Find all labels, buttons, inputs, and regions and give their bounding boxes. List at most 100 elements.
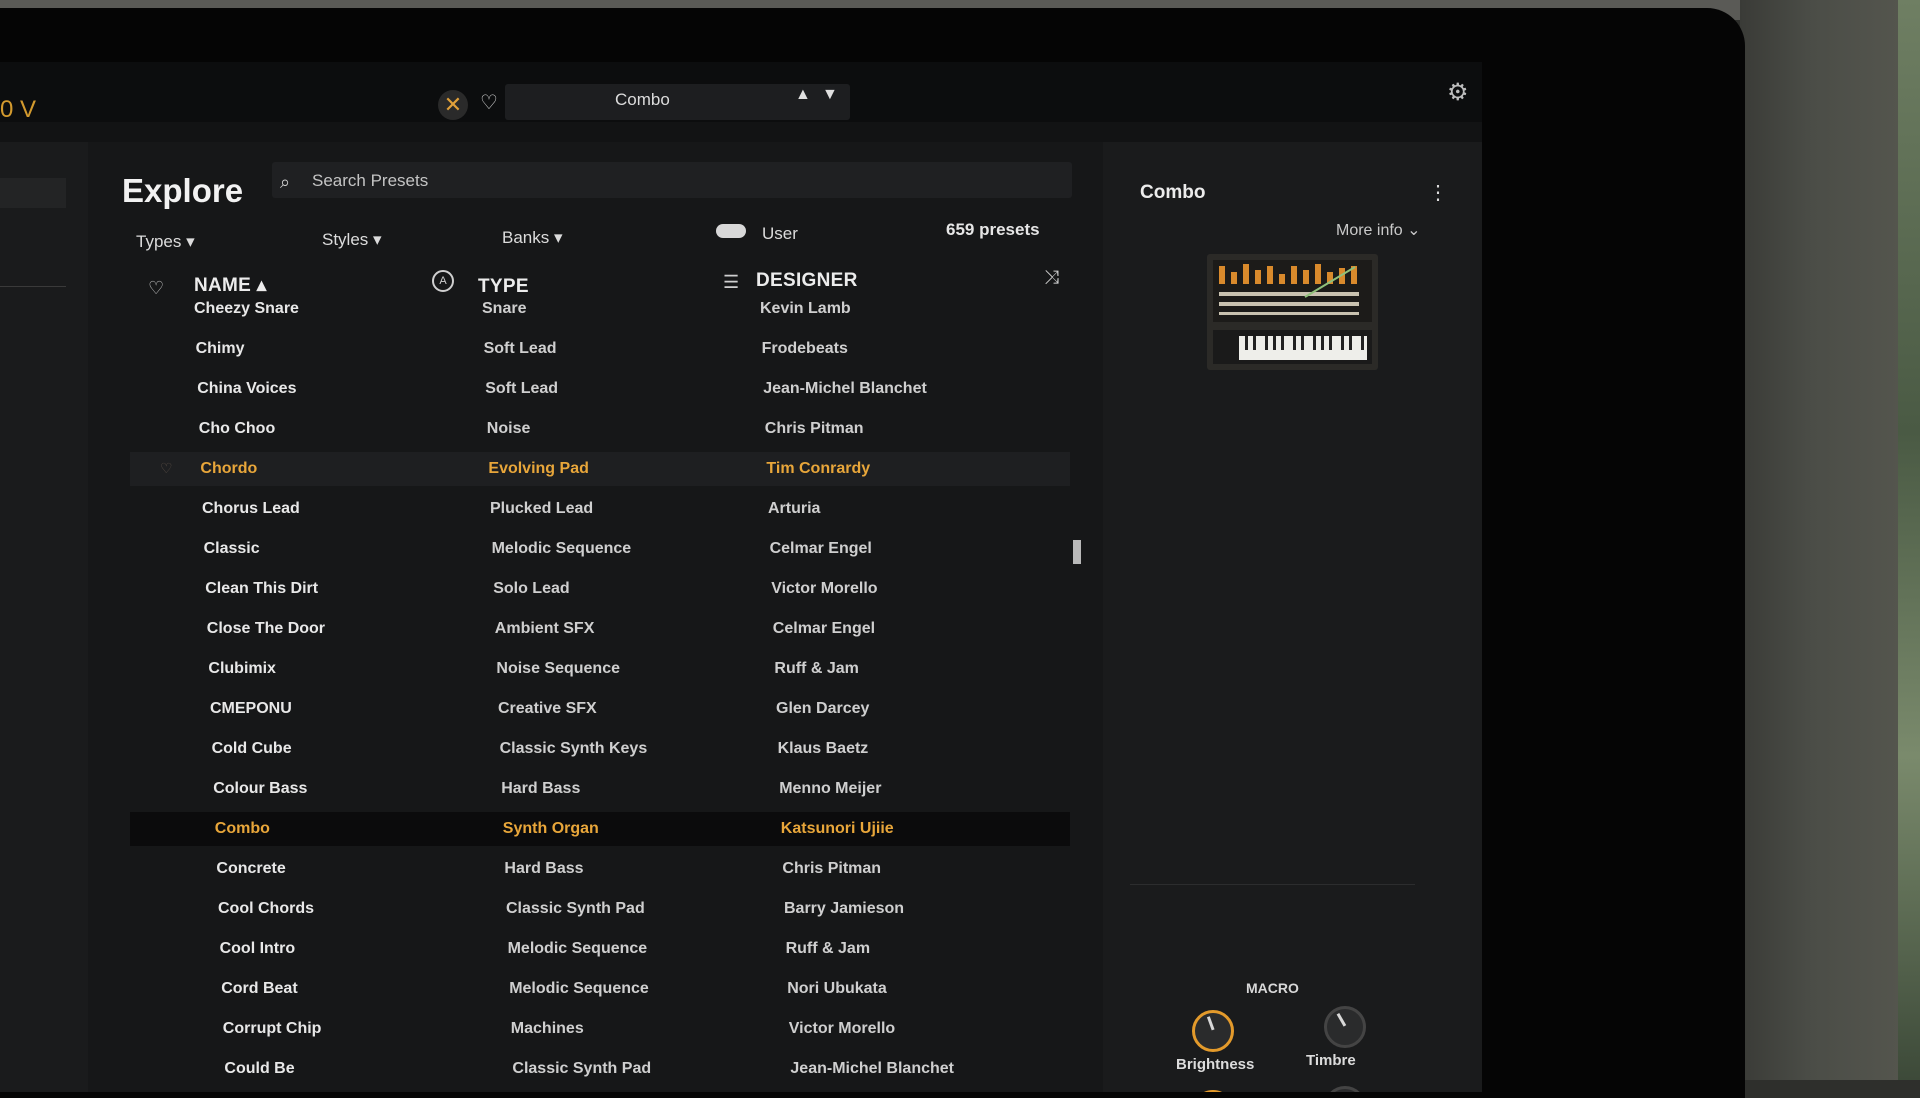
arrow-up-icon[interactable]: ▲ <box>795 86 811 104</box>
voltage-readout: 0 V <box>0 96 37 123</box>
preset-type: Machines <box>510 1020 584 1037</box>
macro-knob-label: Timbre <box>1306 1052 1356 1069</box>
preset-row[interactable]: Cold Cube Classic Synth Keys Klaus Baetz <box>130 732 1070 766</box>
preset-designer: Nori Ubukata <box>787 980 887 997</box>
preset-type: Classic Synth Pad <box>512 1060 652 1077</box>
type-filter-icon[interactable]: A <box>432 270 454 292</box>
knob-indicator <box>1206 1016 1215 1031</box>
preset-designer: Frodebeats <box>761 340 848 357</box>
macro-knob[interactable] <box>1324 1006 1366 1048</box>
list-scrollbar[interactable] <box>1073 540 1081 564</box>
preset-name: Clean This Dirt <box>205 580 319 597</box>
preset-row[interactable]: Combo Synth Organ Katsunori Ujiie <box>130 812 1070 846</box>
user-toggle[interactable] <box>716 224 746 238</box>
preset-type: Noise <box>486 420 531 437</box>
preset-row[interactable]: Cord Beat Melodic Sequence Nori Ubukata <box>130 972 1070 1006</box>
preset-designer: Kevin Lamb <box>760 300 851 317</box>
preset-row[interactable]: Colour Bass Hard Bass Menno Meijer <box>130 772 1070 806</box>
preset-name: Cool Intro <box>219 940 296 957</box>
preset-type: Hard Bass <box>504 860 584 877</box>
search-input[interactable] <box>310 166 914 196</box>
preset-designer: Klaus Baetz <box>777 740 869 757</box>
preset-row[interactable]: Clean This Dirt Solo Lead Victor Morello <box>130 572 1070 606</box>
preset-type: Soft Lead <box>483 340 557 357</box>
search-icon: ⌕ <box>280 172 291 192</box>
row-heart-icon[interactable]: ♡ <box>160 460 173 477</box>
preset-row[interactable]: Chorus Lead Plucked Lead Arturia <box>130 492 1070 526</box>
preset-name: China Voices <box>197 380 297 397</box>
preset-name: Cho Choo <box>198 420 276 437</box>
preset-designer: Katsunori Ujiie <box>780 820 894 837</box>
photo-background-right <box>1740 0 1920 1080</box>
more-info-link[interactable]: More info ⌄ <box>1336 220 1421 240</box>
preset-type: Solo Lead <box>493 580 570 597</box>
preset-designer: Barry Jamieson <box>784 900 905 917</box>
preset-row[interactable]: Corrupt Chip Machines Victor Morello <box>130 1012 1070 1046</box>
close-icon[interactable]: ✕ <box>438 90 468 120</box>
preset-name: Cool Chords <box>218 900 314 917</box>
preset-designer: Arturia <box>768 500 821 517</box>
preset-row[interactable]: Cho Choo Noise Chris Pitman <box>130 412 1070 446</box>
preset-row[interactable]: Clubimix Noise Sequence Ruff & Jam <box>130 652 1070 686</box>
preset-name: Concrete <box>216 860 286 877</box>
macro-knob-label: Brightness <box>1176 1056 1255 1073</box>
preset-row[interactable]: Close The Door Ambient SFX Celmar Engel <box>130 612 1070 646</box>
preset-row[interactable]: Cool Intro Melodic Sequence Ruff & Jam <box>130 932 1070 966</box>
arrow-down-icon[interactable]: ▼ <box>822 86 838 104</box>
styles-filter[interactable]: Styles ▾ <box>322 230 382 250</box>
preset-count: 659 presets <box>946 220 1040 239</box>
preset-row[interactable]: Concrete Hard Bass Chris Pitman <box>130 852 1070 886</box>
user-toggle-label: User <box>762 224 798 243</box>
sidebar-selected-item[interactable] <box>0 178 66 208</box>
preset-designer: Victor Morello <box>771 580 878 597</box>
types-filter[interactable]: Types ▾ <box>136 232 195 252</box>
heart-icon[interactable]: ♡ <box>480 90 498 115</box>
preset-type: Ambient SFX <box>494 620 595 637</box>
shuffle-icon[interactable]: ⤨ <box>1044 267 1059 289</box>
preset-name: Chorus Lead <box>202 500 300 517</box>
preset-row[interactable]: Could Be Classic Synth Pad Jean-Michel Bla… <box>130 1052 1070 1086</box>
preset-name: Cord Beat <box>221 980 298 997</box>
preset-row[interactable]: Cool Chords Classic Synth Pad Barry Jamies… <box>130 892 1070 926</box>
left-sidebar <box>0 142 88 1092</box>
preset-designer: Victor Morello <box>788 1020 896 1037</box>
preset-designer: Menno Meijer <box>779 780 882 797</box>
details-title: Combo <box>1140 182 1206 203</box>
preset-list: Cheezy Snare Snare Kevin Lamb Chimy Soft Lea… <box>130 300 1070 1092</box>
preset-type: Melodic Sequence <box>491 540 632 557</box>
preset-type: Plucked Lead <box>490 500 594 517</box>
preset-row[interactable]: Chimy Soft Lead Frodebeats <box>130 332 1070 366</box>
preset-type: Evolving Pad <box>488 460 589 477</box>
preset-type: Classic Synth Keys <box>499 740 648 757</box>
preset-row[interactable]: ♡ Chordo Evolving Pad Tim Conrardy <box>130 452 1070 486</box>
foliage <box>1898 0 1920 1080</box>
macro-knob[interactable] <box>1192 1010 1234 1052</box>
preset-name: Chimy <box>195 340 245 357</box>
preset-name: Cold Cube <box>211 740 292 757</box>
preset-type: Snare <box>482 300 527 317</box>
more-menu-icon[interactable]: ⋮ <box>1428 180 1448 205</box>
preset-row[interactable]: China Voices Soft Lead Jean-Michel Blanche… <box>130 372 1070 406</box>
gear-icon[interactable]: ⚙ <box>1447 78 1469 107</box>
preset-name: Could Be <box>224 1060 295 1077</box>
synth-image <box>1207 254 1378 370</box>
preset-designer: Celmar Engel <box>772 620 876 637</box>
preset-designer: Chris Pitman <box>764 420 864 437</box>
preset-designer: Tim Conrardy <box>766 460 871 477</box>
app-window: 0 V ✕ ♡ Combo ▲ ▼ ⚙ Explore ⌕ Types ▾ St… <box>0 62 1482 1092</box>
macro-label: MACRO <box>1246 980 1299 996</box>
preset-designer: Jean-Michel Blanchet <box>790 1060 954 1077</box>
preset-row[interactable]: Classic Melodic Sequence Celmar Engel <box>130 532 1070 566</box>
current-preset-name[interactable]: Combo <box>615 90 670 110</box>
preset-row[interactable]: Cheezy Snare Snare Kevin Lamb <box>130 292 1070 326</box>
preset-row[interactable]: CMEPONU Creative SFX Glen Darcey <box>130 692 1070 726</box>
list-icon[interactable]: ☰ <box>723 272 739 293</box>
preset-type: Classic Synth Pad <box>506 900 645 917</box>
preset-type: Melodic Sequence <box>509 980 649 997</box>
preset-name: Clubimix <box>208 660 276 677</box>
preset-type: Synth Organ <box>502 820 599 837</box>
preset-type: Hard Bass <box>501 780 581 797</box>
designer-column-header[interactable]: DESIGNER <box>756 270 858 292</box>
banks-filter[interactable]: Banks ▾ <box>502 228 563 248</box>
preset-designer: Celmar Engel <box>769 540 872 557</box>
